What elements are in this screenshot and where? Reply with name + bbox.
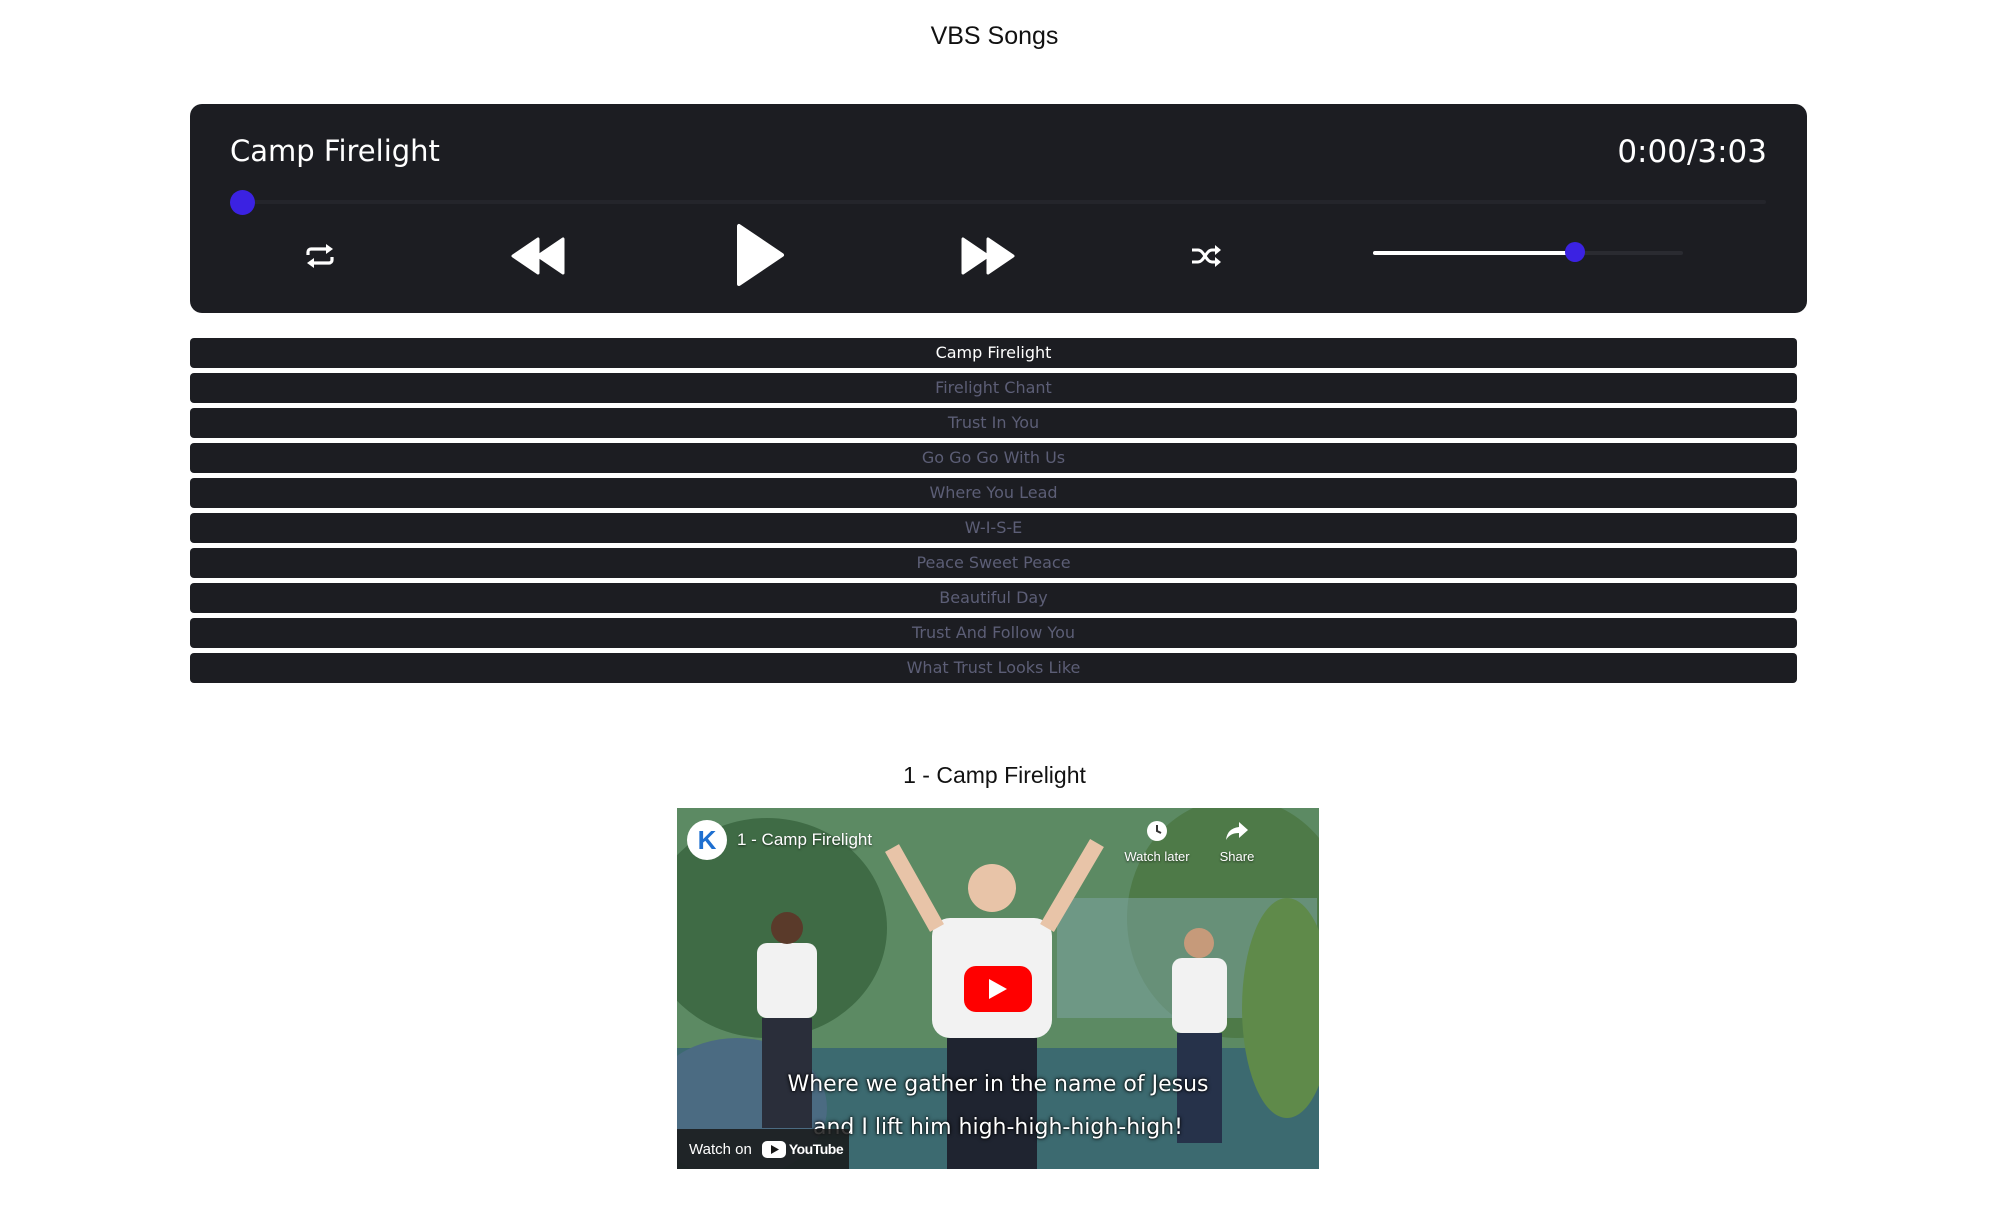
progress-thumb[interactable]: [230, 190, 255, 215]
share-button[interactable]: Share: [1197, 820, 1277, 864]
watch-on-label: Watch on: [689, 1140, 752, 1158]
playlist-item[interactable]: Camp Firelight: [190, 338, 1797, 368]
shuffle-icon: [1192, 245, 1221, 267]
playlist-item[interactable]: Beautiful Day: [190, 583, 1797, 613]
audio-player: Camp Firelight 0:00/3:03: [190, 104, 1807, 313]
youtube-logo-icon: [761, 1140, 786, 1158]
video-heading: 1 - Camp Firelight: [903, 762, 1086, 788]
watch-later-button[interactable]: Watch later: [1117, 820, 1197, 864]
repeat-button[interactable]: [300, 236, 340, 276]
watch-later-label: Watch later: [1124, 849, 1190, 864]
playlist-item[interactable]: Peace Sweet Peace: [190, 548, 1797, 578]
playlist-item[interactable]: W-I-S-E: [190, 513, 1797, 543]
caption-line: Where we gather in the name of Jesus: [787, 1072, 1209, 1097]
youtube-play-button[interactable]: [964, 966, 1032, 1012]
share-label: Share: [1219, 849, 1255, 864]
channel-logo[interactable]: K: [687, 820, 727, 860]
fast-forward-button[interactable]: [958, 230, 1018, 282]
progress-bar[interactable]: [230, 200, 1766, 204]
volume-thumb[interactable]: [1564, 242, 1585, 262]
repeat-icon: [306, 244, 334, 268]
playlist-item[interactable]: Trust And Follow You: [190, 618, 1797, 648]
embed-video-title[interactable]: 1 - Camp Firelight: [737, 830, 872, 850]
playlist-item[interactable]: Where You Lead: [190, 478, 1797, 508]
page-title: VBS Songs: [930, 22, 1059, 50]
playlist-item[interactable]: Firelight Chant: [190, 373, 1797, 403]
volume-slider[interactable]: [1373, 242, 1683, 262]
watch-on-youtube-button[interactable]: Watch on YouTube: [677, 1129, 849, 1169]
rewind-icon: [511, 237, 565, 275]
youtube-header: K 1 - Camp Firelight: [687, 820, 872, 860]
youtube-logo: YouTube: [761, 1140, 844, 1158]
share-icon: [1226, 822, 1248, 840]
playlist-item[interactable]: Trust In You: [190, 408, 1797, 438]
volume-level: [1373, 251, 1575, 255]
play-icon: [737, 224, 784, 286]
play-icon: [989, 979, 1007, 999]
fast-forward-icon: [961, 237, 1015, 275]
rewind-button[interactable]: [508, 230, 568, 282]
playlist-item[interactable]: What Trust Looks Like: [190, 653, 1797, 683]
youtube-embed[interactable]: K 1 - Camp Firelight Watch later Share W…: [677, 808, 1319, 1169]
play-button[interactable]: [730, 219, 790, 291]
current-track-title: Camp Firelight: [230, 134, 440, 168]
shuffle-button[interactable]: [1186, 236, 1226, 276]
playlist-item[interactable]: Go Go Go With Us: [190, 443, 1797, 473]
youtube-wordmark: YouTube: [788, 1141, 844, 1157]
playlist: Camp Firelight Firelight Chant Trust In …: [190, 338, 1797, 688]
time-display: 0:00/3:03: [1617, 134, 1767, 170]
clock-icon: [1147, 821, 1167, 841]
